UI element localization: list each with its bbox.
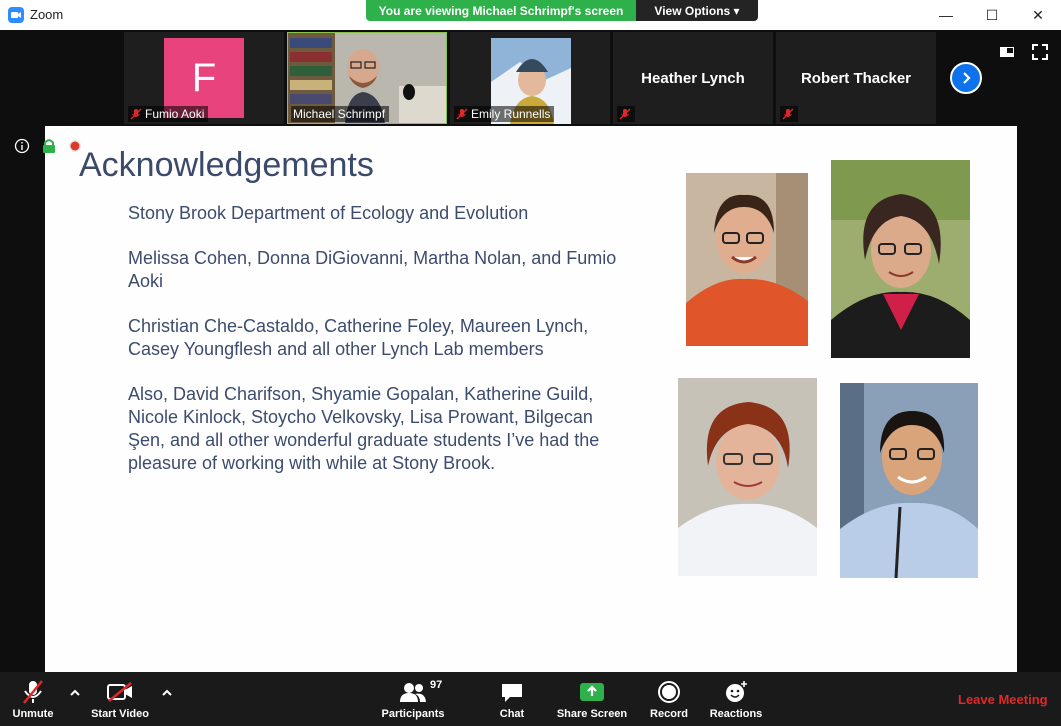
title-bar: Zoom — ☐ ✕ You are viewing Michael Schri… <box>0 0 1061 30</box>
muted-mic-icon <box>130 108 142 120</box>
chat-label: Chat <box>499 708 525 720</box>
screen-share-banner: You are viewing Michael Schrimpf's scree… <box>366 0 636 21</box>
slide-body: Stony Brook Department of Ecology and Ev… <box>128 202 618 497</box>
participant-name: Heather Lynch <box>641 69 745 87</box>
portrait-photo <box>840 383 978 578</box>
start-video-label: Start Video <box>91 708 149 720</box>
participant-tile[interactable]: Michael Schrimpf <box>287 32 447 124</box>
share-screen-label: Share Screen <box>556 708 628 720</box>
chevron-right-icon <box>963 72 971 84</box>
participant-name: Emily Runnells <box>471 107 551 121</box>
video-options-caret-icon[interactable] <box>160 686 174 700</box>
muted-mic-icon <box>23 680 43 704</box>
portrait-photo <box>686 173 808 346</box>
slide-paragraph: Stony Brook Department of Ecology and Ev… <box>128 203 529 223</box>
participant-tile[interactable]: Emily Runnells <box>450 32 610 124</box>
muted-mic-icon <box>782 108 794 120</box>
slide-paragraph: Melissa Cohen, Donna DiGiovanni, Martha … <box>128 248 617 291</box>
shared-screen-area: Acknowledgements Stony Brook Department … <box>0 126 1061 672</box>
participants-count-badge: 97 <box>430 679 443 691</box>
encryption-lock-icon[interactable] <box>42 138 56 154</box>
leave-meeting-button[interactable]: Leave Meeting <box>958 692 1048 707</box>
chat-button[interactable]: Chat <box>496 678 528 724</box>
participant-name-tag <box>780 106 798 122</box>
participant-name-tag: Emily Runnells <box>454 106 555 122</box>
unmute-button[interactable]: Unmute <box>8 678 58 724</box>
muted-mic-icon <box>619 108 631 120</box>
slide-title: Acknowledgements <box>79 146 374 184</box>
reactions-label: Reactions <box>709 708 763 720</box>
fullscreen-icon[interactable] <box>1032 44 1048 60</box>
record-icon <box>658 681 680 703</box>
muted-mic-icon <box>456 108 468 120</box>
participant-strip: F Fumio Aoki Michael Schrimpf Emily Runn… <box>0 30 1061 126</box>
window-title: Zoom <box>30 7 64 22</box>
participant-tile[interactable]: F Fumio Aoki <box>124 32 284 124</box>
participant-name: Robert Thacker <box>800 69 912 87</box>
participant-name: Michael Schrimpf <box>293 107 386 121</box>
slide-paragraph: Also, David Charifson, Shyamie Gopalan, … <box>128 384 600 473</box>
video-off-icon <box>107 682 132 702</box>
share-screen-button[interactable]: Share Screen <box>556 678 628 724</box>
participants-label: Participants <box>381 708 445 720</box>
chat-icon <box>502 684 522 702</box>
minimize-button[interactable]: — <box>923 0 969 30</box>
unmute-label: Unmute <box>12 708 54 720</box>
participant-tile[interactable]: Robert Thacker <box>776 32 936 124</box>
participant-name-tag: Michael Schrimpf <box>291 106 390 122</box>
meeting-toolbar: Unmute Start Video Participants Chat Sha… <box>0 672 1061 726</box>
info-icon[interactable] <box>14 138 30 154</box>
reactions-button[interactable]: Reactions <box>708 678 764 724</box>
next-page-button[interactable] <box>950 62 982 94</box>
layout-toggle-icon[interactable] <box>999 44 1015 60</box>
participants-icon <box>400 683 426 702</box>
participant-tile[interactable]: Heather Lynch <box>613 32 773 124</box>
zoom-logo-icon <box>8 7 24 23</box>
meeting-info-icons <box>14 138 82 154</box>
share-screen-icon <box>580 683 604 701</box>
record-button[interactable]: Record <box>648 678 690 724</box>
recording-icon <box>69 140 81 152</box>
start-video-button[interactable]: Start Video <box>88 678 152 724</box>
reactions-icon <box>726 681 747 702</box>
participant-name-tag <box>617 106 635 122</box>
maximize-button[interactable]: ☐ <box>969 0 1015 30</box>
close-button[interactable]: ✕ <box>1015 0 1061 30</box>
participant-name: Fumio Aoki <box>145 107 205 121</box>
presentation-slide: Acknowledgements Stony Brook Department … <box>45 126 1017 672</box>
view-options-button[interactable]: View Options ▾ <box>636 0 758 21</box>
slide-paragraph: Christian Che-Castaldo, Catherine Foley,… <box>128 316 589 359</box>
portrait-photo <box>678 378 817 576</box>
record-label: Record <box>650 708 688 720</box>
audio-options-caret-icon[interactable] <box>68 686 82 700</box>
participant-name-tag: Fumio Aoki <box>128 106 209 122</box>
portrait-photo <box>831 160 970 358</box>
